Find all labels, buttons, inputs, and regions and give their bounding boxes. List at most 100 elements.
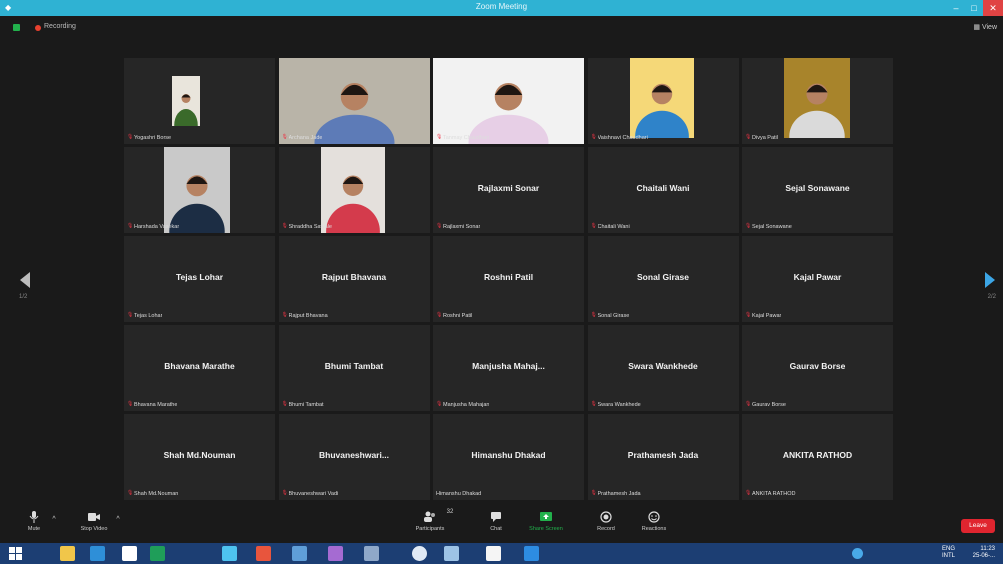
region-code: INTL [941,553,955,559]
participant-tile[interactable]: 🎙 Harshada Vasekar [124,147,275,233]
recording-label[interactable]: Recording [44,23,76,30]
muted-microphone-icon: 🎙 [281,223,288,229]
participant-video [433,58,584,144]
mute-button[interactable]: Mute [22,511,46,532]
participant-tile[interactable]: Sejal Sonawane 🎙 Sejal Sonawane [742,147,893,233]
gmail-icon[interactable] [122,546,137,561]
file-explorer-icon[interactable] [60,546,75,561]
participant-display-name: ANKITA RATHOD [782,450,853,460]
participant-tile[interactable]: Bhuvaneshwari... 🎙 Bhuvaneshwari Vadi [278,414,430,500]
participant-name-label: 🎙 Archana Jade [282,134,323,141]
language-indicator[interactable]: ENG INTL [942,546,955,560]
app-icon-2[interactable] [328,546,343,561]
stop-video-label: Stop Video [80,526,108,532]
participant-name-text: Tejas Lohar [134,312,163,319]
participant-display-name: Bhavana Marathe [164,361,235,371]
internet-explorer-icon[interactable] [90,546,105,561]
participant-tile[interactable]: Roshni Patil 🎙 Roshni Patil [433,236,584,322]
participant-tile[interactable]: Bhumi Tambat 🎙 Bhumi Tambat [278,325,430,411]
chat-button[interactable]: Chat [484,511,508,532]
participant-tile[interactable]: 🎙 Yogashri Borse [124,58,275,144]
leave-button[interactable]: Leave [961,519,995,533]
minimize-button[interactable]: – [947,0,965,16]
zoom-taskbar-icon[interactable] [222,546,237,561]
participant-name-text: Manjusha Mahajan [443,401,490,408]
muted-microphone-icon: 🎙 [127,312,134,318]
participant-display-name: Rajput Bhavana [321,272,387,282]
recording-dot-icon [35,25,41,31]
chrome-icon[interactable] [256,546,271,561]
participant-tile[interactable]: Tejas Lohar 🎙 Tejas Lohar [124,236,275,322]
participant-tile[interactable]: 🎙 Vaishnavi Chaudhari [587,58,739,144]
window-controls: – □ ✕ [947,0,1003,16]
participant-name-text: Himanshu Dhakad [436,491,482,497]
stop-video-button[interactable]: Stop Video [76,511,112,532]
encryption-shield-icon[interactable] [13,24,20,31]
participant-name-label: 🎙 Shah Md.Nouman [127,490,178,497]
participant-tile[interactable]: Rajlaxmi Sonar 🎙 Rajlaxmi Sonar [433,147,584,233]
participant-name-label: 🎙 Rajlaxmi Sonar [436,223,480,230]
muted-microphone-icon: 🎙 [590,401,597,407]
muted-microphone-icon: 🎙 [127,223,134,229]
app-icon-3[interactable] [364,546,379,561]
participant-video [320,147,385,233]
participant-tile[interactable]: Sonal Girase 🎙 Sonal Girase [587,236,739,322]
participant-name-text: Tanmay Chaudhari [443,134,490,141]
participant-tile[interactable]: Manjusha Mahaj... 🎙 Manjusha Mahajan [433,325,584,411]
gallery-view: 🎙 Yogashri Borse 🎙 Archana Jade 🎙 Tanmay Ch… [124,58,893,501]
audio-options-caret-icon[interactable]: ^ [50,516,58,523]
record-label: Record [597,526,615,532]
excel-icon[interactable] [150,546,165,561]
participant-display-name: Himanshu Dhakad [471,450,546,460]
clock[interactable]: 11:23 25-06-... [973,546,995,560]
participant-tile[interactable]: 🎙 Divya Patil [742,58,893,144]
app-icon-1[interactable] [292,546,307,561]
muted-microphone-icon: 🎙 [281,401,288,407]
app-icon-7[interactable] [524,546,539,561]
participant-tile[interactable]: Swara Wankhede 🎙 Swara Wankhede [587,325,739,411]
participant-tile[interactable]: 🎙 Shraddha Sawale [278,147,430,233]
participant-tile[interactable]: Rajput Bhavana 🎙 Rajput Bhavana [278,236,430,322]
muted-microphone-icon: 🎙 [590,312,597,318]
tray-network-icon[interactable] [852,548,863,559]
participant-name-text: Rajlaxmi Sonar [443,223,481,230]
muted-microphone-icon: 🎙 [745,312,752,318]
meeting-controls-bar: Mute ^ Stop Video ^ Participants 32 Chat… [0,507,1003,543]
chat-label: Chat [490,526,502,532]
windows-taskbar: ENG INTL 11:23 25-06-... [0,543,1003,564]
participant-name-text: Shah Md.Nouman [134,490,179,497]
participant-tile[interactable]: Himanshu Dhakad Himanshu Dhakad [433,414,584,500]
maximize-button[interactable]: □ [965,0,983,16]
participant-tile[interactable]: ANKITA RATHOD 🎙 ANKITA RATHOD [742,414,893,500]
windows-start-icon[interactable] [8,546,23,561]
participant-name-label: 🎙 Shraddha Sawale [282,223,332,230]
participant-name-text: Bhavana Marathe [134,401,178,408]
participant-tile[interactable]: Shah Md.Nouman 🎙 Shah Md.Nouman [124,414,275,500]
participant-name-label: Himanshu Dhakad [436,491,481,497]
participant-tile[interactable]: 🎙 Tanmay Chaudhari [433,58,584,144]
app-icon-4[interactable] [412,546,427,561]
chat-bubble-icon [491,512,501,522]
participant-tile[interactable]: Bhavana Marathe 🎙 Bhavana Marathe [124,325,275,411]
participant-tile[interactable]: 🎙 Archana Jade [278,58,430,144]
video-options-caret-icon[interactable]: ^ [114,516,122,523]
app-icon-6[interactable] [486,546,501,561]
next-page-arrow-icon[interactable] [983,270,997,290]
participant-name-label: 🎙 Tejas Lohar [127,312,162,319]
app-icon-5[interactable] [444,546,459,561]
participant-name-text: Sejal Sonawane [752,223,792,230]
muted-microphone-icon: 🎙 [745,134,752,140]
reactions-button[interactable]: Reactions [636,511,672,532]
previous-page-arrow-icon[interactable] [18,270,32,290]
participant-tile[interactable]: Gaurav Borse 🎙 Gaurav Borse [742,325,893,411]
participant-tile[interactable]: Prathamesh Jada 🎙 Prathamesh Jada [587,414,739,500]
record-button[interactable]: Record [592,511,620,532]
participant-video [784,58,850,138]
participant-name-text: Prathamesh Jada [597,490,641,497]
participant-name-text: Yogashri Borse [134,134,172,141]
share-screen-button[interactable]: Share Screen [526,511,566,532]
participant-tile[interactable]: Chaitali Wani 🎙 Chaitali Wani [587,147,739,233]
close-button[interactable]: ✕ [983,0,1003,16]
participant-tile[interactable]: Kajal Pawar 🎙 Kajal Pawar [742,236,893,322]
view-button[interactable]: ▦ View [973,23,997,31]
